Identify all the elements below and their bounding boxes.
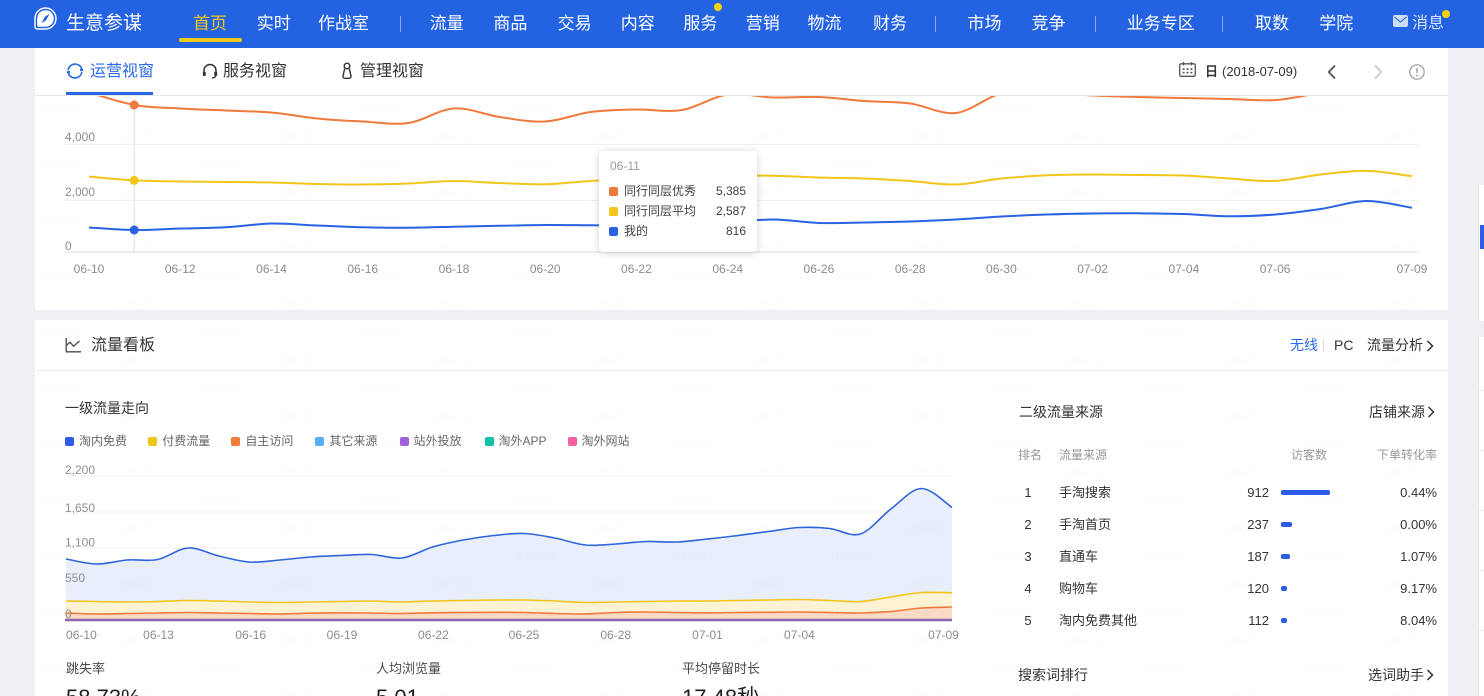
svg-text:07-02: 07-02 [1077, 262, 1108, 276]
svg-text:06-12: 06-12 [165, 262, 196, 276]
svg-text:06-26: 06-26 [804, 262, 835, 276]
svg-text:2,000: 2,000 [65, 185, 95, 199]
svg-text:07-04: 07-04 [1169, 262, 1200, 276]
svg-text:0: 0 [65, 607, 72, 621]
svg-text:06-24: 06-24 [712, 262, 743, 276]
svg-text:06-16: 06-16 [235, 628, 266, 642]
svg-text:1,100: 1,100 [65, 536, 95, 550]
svg-text:06-14: 06-14 [256, 262, 287, 276]
svg-text:06-30: 06-30 [986, 262, 1017, 276]
svg-text:06-28: 06-28 [600, 628, 631, 642]
svg-text:06-16: 06-16 [347, 262, 378, 276]
svg-text:06-20: 06-20 [530, 262, 561, 276]
svg-text:07-09: 07-09 [1397, 262, 1428, 276]
svg-text:06-22: 06-22 [418, 628, 449, 642]
svg-text:2,200: 2,200 [65, 463, 95, 477]
svg-text:06-22: 06-22 [621, 262, 652, 276]
svg-text:06-25: 06-25 [509, 628, 540, 642]
svg-text:07-06: 07-06 [1260, 262, 1291, 276]
svg-text:07-04: 07-04 [784, 628, 815, 642]
svg-text:07-09: 07-09 [928, 628, 959, 642]
svg-text:06-10: 06-10 [74, 262, 105, 276]
svg-text:1,650: 1,650 [65, 501, 95, 515]
svg-text:06-19: 06-19 [327, 628, 358, 642]
svg-text:06-13: 06-13 [143, 628, 174, 642]
svg-text:0: 0 [65, 239, 72, 253]
svg-text:4,000: 4,000 [65, 130, 95, 144]
svg-text:06-28: 06-28 [895, 262, 926, 276]
svg-text:06-18: 06-18 [439, 262, 470, 276]
svg-text:07-01: 07-01 [692, 628, 723, 642]
svg-text:06-10: 06-10 [66, 628, 97, 642]
svg-text:550: 550 [65, 571, 85, 585]
